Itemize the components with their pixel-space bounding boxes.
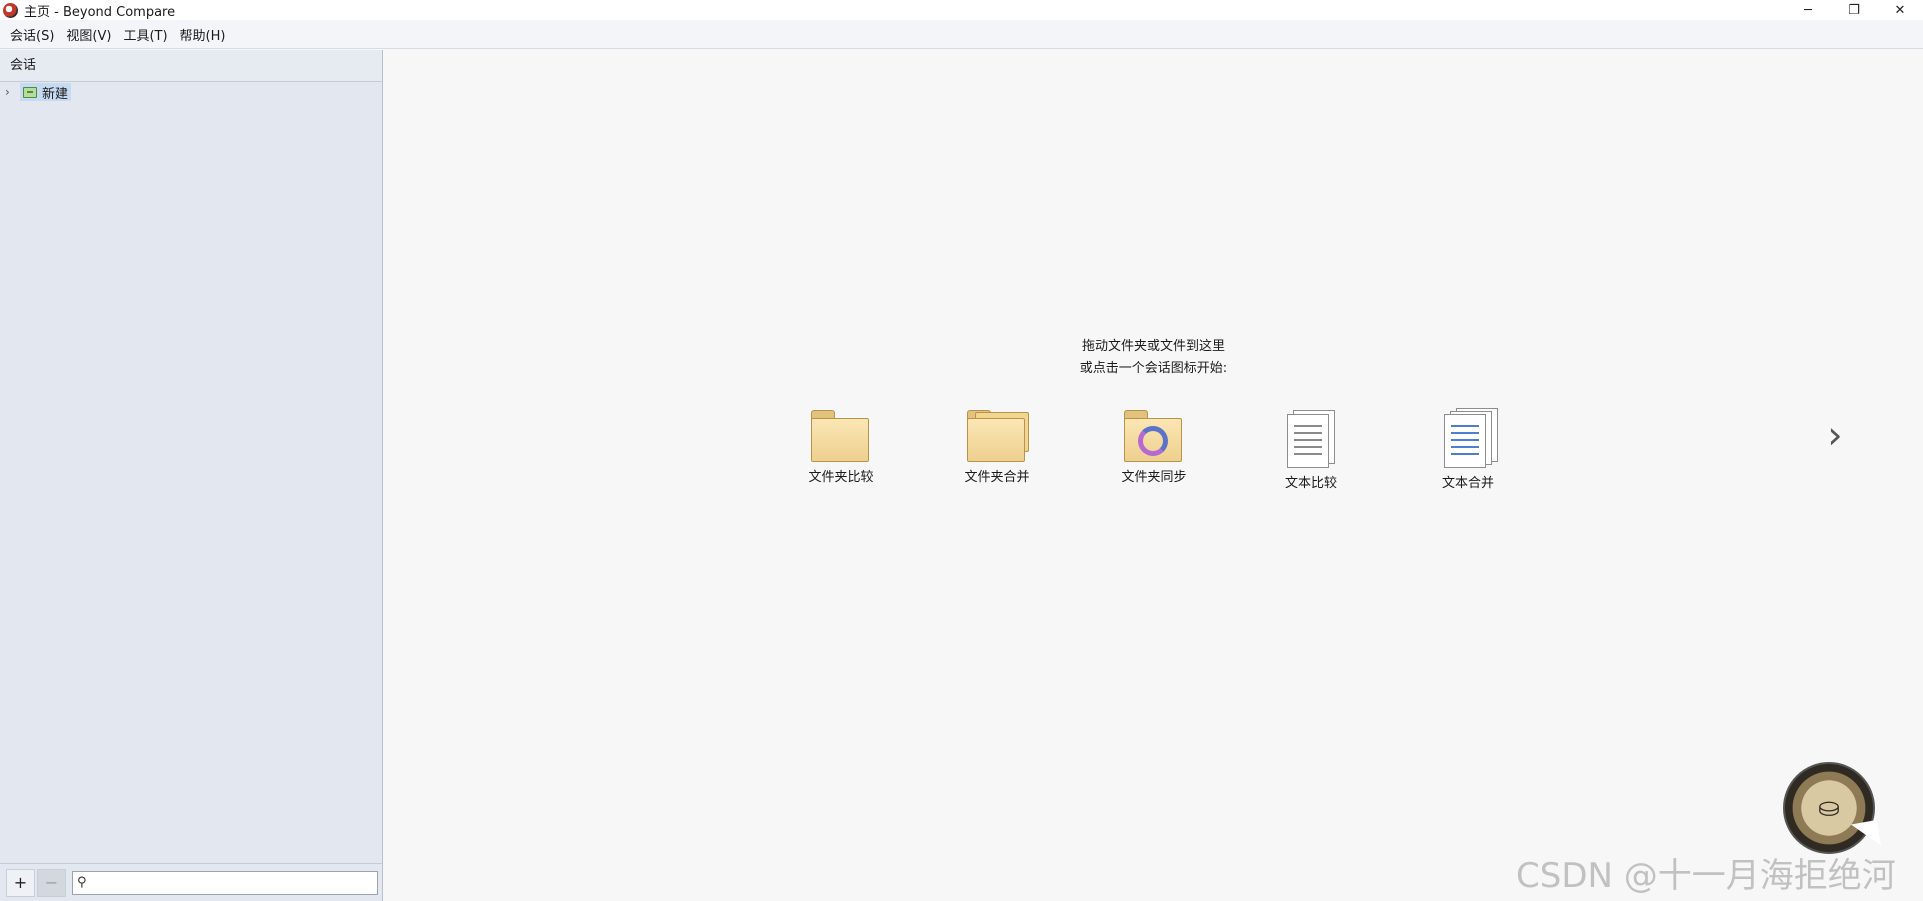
tree-row-new[interactable]: › 新建 [0,82,72,102]
session-folder-icon [23,86,37,98]
window-controls: ─ ❐ ✕ [1785,0,1923,20]
sidebar-header: 会话 [0,50,382,82]
tile-label: 文本合并 [1441,476,1494,491]
tree-node-new[interactable]: 新建 [20,83,72,102]
add-session-button[interactable]: + [6,868,35,897]
tree-node-label: 新建 [42,86,69,102]
remove-session-button[interactable]: − [37,868,66,897]
restore-button[interactable]: ❐ [1831,0,1877,20]
tile-label: 文件夹同步 [1121,470,1187,485]
menu-session[interactable]: 会话(S) [4,25,60,44]
session-search-box[interactable]: ⚲ [72,870,378,895]
home-main-area: 拖动文件夹或文件到这里 或点击一个会话图标开始: 文件夹比较 文件夹合并 文件夹… [384,50,1923,901]
menu-tools[interactable]: 工具(T) [117,25,173,44]
folder-merge-icon [967,410,1029,462]
minimize-button[interactable]: ─ [1785,0,1831,20]
text-compare-icon [1287,410,1335,468]
menu-bar: 会话(S) 视图(V) 工具(T) 帮助(H) [0,20,1923,49]
scooter-software-seal-logo: ⛀ [1783,762,1882,854]
text-merge-icon [1444,408,1498,468]
menu-view[interactable]: 视图(V) [60,25,117,44]
close-button[interactable]: ✕ [1877,0,1923,20]
tile-label: 文本比较 [1284,476,1337,491]
folder-compare-icon [811,410,871,462]
menu-help[interactable]: 帮助(H) [174,25,232,44]
sidebar-footer: + − ⚲ [0,863,382,901]
window-title: 主页 - Beyond Compare [24,4,176,20]
title-bar: 主页 - Beyond Compare ─ ❐ ✕ [0,0,1923,20]
scooter-icon: ⛀ [1818,793,1840,823]
hint-line-1: 拖动文件夹或文件到这里 [1081,339,1225,354]
tile-folder-sync[interactable]: 文件夹同步 [1099,410,1209,485]
tile-text-compare[interactable]: 文本比较 [1256,410,1366,491]
next-page-arrow-icon[interactable]: › [1820,415,1850,455]
tile-label: 文件夹合并 [964,470,1030,485]
tile-label: 文件夹比较 [808,470,874,485]
tile-folder-merge[interactable]: 文件夹合并 [942,410,1052,485]
csdn-watermark: CSDN @十一月海拒绝河 [1516,856,1896,896]
search-icon: ⚲ [77,875,87,890]
session-search-input[interactable] [90,872,377,893]
tile-text-merge[interactable]: 文本合并 [1413,408,1523,491]
chevron-right-icon[interactable]: › [5,85,19,99]
tile-folder-compare[interactable]: 文件夹比较 [786,410,896,485]
hint-line-2: 或点击一个会话图标开始: [1079,361,1228,376]
folder-sync-icon [1124,410,1184,462]
sessions-sidebar: 会话 › 新建 + − ⚲ [0,50,383,901]
app-logo-icon [3,2,18,18]
drop-hint: 拖动文件夹或文件到这里 或点击一个会话图标开始: [384,336,1923,380]
